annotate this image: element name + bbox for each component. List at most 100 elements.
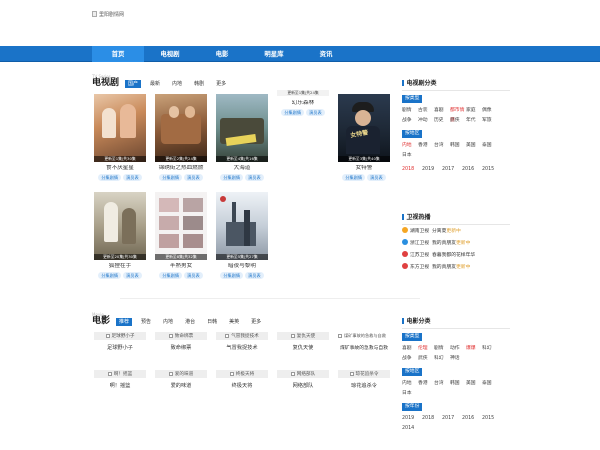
movie-tab-more[interactable]: 更多 <box>248 318 264 326</box>
movie-year-item[interactable]: 2015 <box>482 414 502 424</box>
movie-card[interactable]: 足球野小子 足球野小子 <box>94 332 146 351</box>
show-name[interactable]: 春暮我都的花样年华 <box>432 253 475 258</box>
poster-image[interactable]: 更新至5集|共27集 <box>216 192 268 260</box>
movie-title[interactable]: 网络部队 <box>277 382 329 389</box>
cast-link[interactable]: 演员表 <box>184 272 203 279</box>
card-title[interactable]: 食不厌星星 <box>94 165 146 172</box>
poster-image[interactable]: 更新至2集|共24集 <box>155 94 207 162</box>
tv-card[interactable]: 更新至8集|共32集 半熟男女 分集剧情 演员表 <box>155 192 207 279</box>
movie-title[interactable]: 致命绑票 <box>155 344 207 351</box>
tv-type-item[interactable]: 剧情 <box>402 106 418 116</box>
cast-link[interactable]: 演员表 <box>184 174 203 181</box>
tv-tab-latest[interactable]: 最新 <box>147 80 163 88</box>
tv-region-item[interactable]: 韩国 <box>450 141 466 151</box>
episode-plot-link[interactable]: 分集剧情 <box>281 109 305 116</box>
movie-poster-placeholder[interactable]: 琼花追杀令 <box>338 370 390 378</box>
movie-type-item[interactable]: 武侠 <box>418 354 434 364</box>
movie-region-item[interactable]: 韩国 <box>450 379 466 389</box>
movie-card[interactable]: 气冒我捉技术 气冒我捉技术 <box>216 332 268 351</box>
movie-card[interactable]: 煤矿事故的急救与自救 煤矿事故的急救与自救 <box>338 332 390 351</box>
movie-type-item[interactable]: 伦理 <box>418 344 434 354</box>
cast-link[interactable]: 演员表 <box>367 174 386 181</box>
movie-card[interactable]: 致命绑票 致命绑票 <box>155 332 207 351</box>
show-name[interactable]: 分离夏 <box>432 229 446 234</box>
movie-title[interactable]: 爱的味道 <box>155 382 207 389</box>
tv-type-item[interactable]: 古装 <box>418 106 434 116</box>
tv-card[interactable]: 更新至2集|共24集 锦绣街之热血燃燃 分集剧情 演员表 <box>155 94 207 181</box>
movie-poster-placeholder[interactable]: 足球野小子 <box>94 332 146 340</box>
hot-row[interactable]: 江苏卫视 春暮我都的花样年华 <box>402 248 510 260</box>
hot-row[interactable]: 湖南卫视 分离夏更新中 <box>402 224 510 236</box>
tv-type-item[interactable]: 都市情感 <box>450 106 466 123</box>
movie-type-item[interactable]: 喜剧 <box>402 344 418 354</box>
movie-poster-placeholder[interactable]: 煤矿事故的急救与自救 <box>338 332 390 340</box>
episode-plot-link[interactable]: 分集剧情 <box>159 174 183 181</box>
tv-region-item[interactable]: 内地 <box>402 141 418 151</box>
episode-plot-link[interactable]: 分集剧情 <box>220 272 244 279</box>
tv-type-item[interactable]: 军旅 <box>482 116 498 126</box>
tv-tab-mainland[interactable]: 内地 <box>169 80 185 88</box>
hot-row[interactable]: 浙江卫视 我的真朋友更新中 <box>402 236 510 248</box>
tv-type-item[interactable]: 武侠 <box>450 116 466 126</box>
tv-region-item[interactable]: 香港 <box>418 141 434 151</box>
poster-image[interactable]: 更新至4集|共16集 <box>216 94 268 162</box>
movie-title[interactable]: 煤矿事故的急救与自救 <box>338 344 390 351</box>
movie-title[interactable]: 气冒我捉技术 <box>216 344 268 351</box>
tv-card[interactable]: 更新至1集|共24集 幻乐森林 分集剧情 演员表 <box>277 90 329 116</box>
channel-name[interactable]: 湖南卫视 <box>410 227 432 234</box>
tv-type-item[interactable]: 历史 <box>434 116 450 126</box>
movie-region-item[interactable]: 内地 <box>402 379 418 389</box>
cast-link[interactable]: 演员表 <box>123 174 142 181</box>
tv-year-item[interactable]: 2016 <box>462 165 482 175</box>
tv-region-item[interactable]: 泰国 <box>482 141 498 151</box>
movie-poster-placeholder[interactable]: 终极天将 <box>216 370 268 378</box>
movie-year-item[interactable]: 2014 <box>402 424 422 434</box>
movie-card[interactable]: 琼花追杀令 琼花追杀令 <box>338 370 390 389</box>
tv-tab-more[interactable]: 更多 <box>213 80 229 88</box>
movie-year-item[interactable]: 2018 <box>422 414 442 424</box>
episode-plot-link[interactable]: 分集剧情 <box>98 272 122 279</box>
nav-home[interactable]: 首页 <box>92 46 144 62</box>
movie-card[interactable]: 爱的味道 爱的味道 <box>155 370 207 389</box>
movie-region-item[interactable]: 香港 <box>418 379 434 389</box>
movie-tab-recommend[interactable]: 推荐 <box>116 318 133 326</box>
card-title[interactable]: 女特警 <box>338 165 390 172</box>
movie-region-item[interactable]: 日本 <box>402 389 418 399</box>
movie-card[interactable]: 啊！摇篮 啊！摇篮 <box>94 370 146 389</box>
movie-type-item[interactable]: 科幻 <box>434 354 450 364</box>
channel-name[interactable]: 东方卫视 <box>410 263 432 270</box>
show-name[interactable]: 我的真朋友 <box>432 241 456 246</box>
site-logo[interactable]: 里阳剧情网 <box>92 8 152 20</box>
episode-plot-link[interactable]: 分集剧情 <box>159 272 183 279</box>
tv-region-item[interactable]: 台湾 <box>434 141 450 151</box>
tv-type-item[interactable]: 冲动 <box>418 116 434 126</box>
movie-type-item[interactable]: 科幻 <box>482 344 498 354</box>
channel-name[interactable]: 江苏卫视 <box>410 251 432 258</box>
tv-region-item[interactable]: 美国 <box>466 141 482 151</box>
movie-card[interactable]: 终极天将 终极天将 <box>216 370 268 389</box>
movie-region-item[interactable]: 泰国 <box>482 379 498 389</box>
tv-year-item[interactable]: 2018 <box>402 165 422 175</box>
tv-type-item[interactable]: 偶像 <box>482 106 498 116</box>
poster-image[interactable]: 更新至20集|共30集 <box>94 192 146 260</box>
nav-tv[interactable]: 电视剧 <box>144 46 196 62</box>
tv-card[interactable]: 更新至20集|共30集 狐狸在手 分集剧情 演员表 <box>94 192 146 279</box>
hot-row[interactable]: 东方卫视 我的真朋友更新中 <box>402 260 510 272</box>
poster-image[interactable]: 更新至8集|共32集 <box>155 192 207 260</box>
episode-plot-link[interactable]: 分集剧情 <box>98 174 122 181</box>
movie-poster-placeholder[interactable]: 啊！摇篮 <box>94 370 146 378</box>
cast-link[interactable]: 演员表 <box>245 272 264 279</box>
movie-type-item[interactable]: 神话 <box>450 354 466 364</box>
tv-tab-domestic[interactable]: 国产 <box>125 80 142 88</box>
movie-poster-placeholder[interactable]: 网络部队 <box>277 370 329 378</box>
card-title[interactable]: 大海道 <box>216 165 268 172</box>
cast-link[interactable]: 演员表 <box>245 174 264 181</box>
movie-type-item[interactable]: 剧情 <box>434 344 450 354</box>
movie-region-item[interactable]: 美国 <box>466 379 482 389</box>
movie-tab-usuk[interactable]: 美英 <box>226 318 242 326</box>
movie-tab-jpkr[interactable]: 日韩 <box>204 318 220 326</box>
nav-news[interactable]: 资讯 <box>300 46 352 62</box>
movie-tab-hktw[interactable]: 港台 <box>182 318 198 326</box>
movie-poster-placeholder[interactable]: 爱的味道 <box>155 370 207 378</box>
movie-type-item[interactable]: 战争 <box>402 354 418 364</box>
